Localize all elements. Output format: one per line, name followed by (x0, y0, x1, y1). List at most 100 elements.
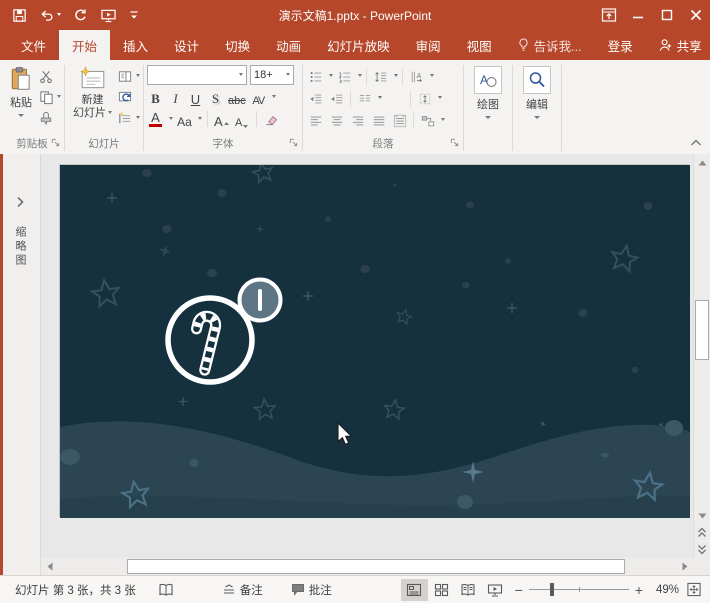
editing-group-button[interactable]: 编辑 (516, 62, 558, 122)
italic-button[interactable]: I (167, 87, 184, 107)
tab-insert[interactable]: 插入 (110, 30, 161, 60)
align-center-button[interactable] (327, 112, 346, 130)
proofing-status-button[interactable] (151, 576, 181, 603)
align-text-dropdown[interactable] (438, 96, 442, 101)
tab-slideshow[interactable]: 幻灯片放映 (314, 30, 403, 60)
change-case-dropdown[interactable] (198, 117, 202, 122)
next-slide-button[interactable] (694, 541, 710, 558)
start-slideshow-button[interactable] (96, 3, 121, 27)
zoom-in-button[interactable]: + (635, 583, 643, 597)
grow-font-button[interactable]: A (213, 109, 231, 129)
maximize-button[interactable] (652, 0, 681, 30)
font-color-dropdown[interactable] (169, 117, 173, 122)
bullets-button[interactable] (306, 68, 325, 86)
columns-dropdown[interactable] (378, 96, 382, 101)
distribute-text-button[interactable] (390, 112, 409, 130)
horizontal-scrollbar[interactable] (0, 558, 710, 575)
line-spacing-dropdown[interactable] (394, 74, 398, 79)
align-left-button[interactable] (306, 112, 325, 130)
notes-button[interactable]: 备注 (215, 576, 270, 603)
increase-indent-button[interactable] (327, 90, 346, 108)
font-name-dropdown[interactable] (239, 73, 243, 78)
font-name-combobox[interactable] (147, 65, 247, 85)
columns-button[interactable] (355, 90, 374, 108)
tab-design[interactable]: 设计 (161, 30, 212, 60)
thumbnail-pane-collapsed[interactable]: 缩略图 (0, 154, 41, 558)
editing-dropdown[interactable] (534, 116, 540, 122)
previous-slide-button[interactable] (694, 524, 710, 541)
text-direction-dropdown[interactable] (430, 74, 434, 79)
minimize-button[interactable] (623, 0, 652, 30)
tab-animations[interactable]: 动画 (263, 30, 314, 60)
undo-dropdown[interactable] (57, 13, 61, 18)
collapse-ribbon-button[interactable] (690, 136, 702, 150)
clipboard-dialog-launcher[interactable] (51, 138, 60, 150)
close-button[interactable] (681, 0, 710, 30)
layout-button[interactable] (117, 68, 140, 84)
vertical-scroll-track[interactable] (694, 171, 710, 507)
zoom-out-button[interactable]: − (515, 583, 523, 597)
tab-file[interactable]: 文件 (8, 30, 59, 60)
drawing-dropdown[interactable] (485, 116, 491, 122)
character-spacing-dropdown[interactable] (272, 95, 276, 100)
text-direction-button[interactable]: A (407, 68, 426, 86)
tab-transitions[interactable]: 切换 (212, 30, 263, 60)
drawing-group-button[interactable]: A 绘图 (467, 62, 509, 122)
tab-home[interactable]: 开始 (59, 30, 110, 60)
zoom-level[interactable]: 49% (649, 584, 679, 596)
sign-in-button[interactable]: 登录 (595, 30, 646, 60)
justify-button[interactable] (369, 112, 388, 130)
comments-button[interactable]: 批注 (284, 576, 339, 603)
change-case-button[interactable]: Aa (176, 109, 193, 129)
strikethrough-button[interactable]: abc (227, 87, 247, 107)
ribbon-display-options-button[interactable] (594, 0, 623, 30)
layout-dropdown[interactable] (136, 74, 140, 79)
normal-view-button[interactable] (401, 579, 428, 601)
slide-number-indicator[interactable]: 幻灯片 第 3 张，共 3 张 (8, 576, 143, 603)
scroll-up-button[interactable] (694, 154, 710, 171)
font-dialog-launcher[interactable] (289, 138, 298, 150)
fit-slide-to-window-button[interactable] (679, 576, 702, 603)
new-slide-dropdown[interactable] (108, 111, 112, 116)
font-color-button[interactable]: A (147, 109, 164, 129)
slide-sorter-view-button[interactable] (428, 579, 455, 601)
font-size-dropdown[interactable] (286, 73, 290, 78)
scroll-down-button[interactable] (694, 507, 710, 524)
convert-smartart-button[interactable] (418, 112, 437, 130)
new-slide-button[interactable]: 新建 幻灯片 (68, 62, 117, 120)
align-right-button[interactable] (348, 112, 367, 130)
slide[interactable] (59, 164, 689, 517)
shrink-font-button[interactable]: A (234, 109, 251, 129)
cut-button[interactable] (39, 68, 61, 84)
scroll-right-button[interactable] (676, 558, 693, 575)
line-spacing-button[interactable] (371, 68, 390, 86)
font-size-combobox[interactable]: 18+ (250, 65, 294, 85)
tab-review[interactable]: 审阅 (403, 30, 454, 60)
paragraph-dialog-launcher[interactable] (450, 138, 459, 150)
section-button[interactable] (117, 110, 140, 126)
zoom-slider-thumb[interactable] (550, 583, 554, 596)
reading-view-button[interactable] (455, 579, 482, 601)
reset-slide-button[interactable] (117, 89, 140, 105)
slideshow-view-button[interactable] (482, 579, 509, 601)
vertical-scrollbar[interactable] (693, 154, 710, 558)
save-button[interactable] (8, 3, 31, 27)
repeat-button[interactable] (69, 3, 92, 27)
paste-button[interactable]: 粘贴 (3, 62, 39, 120)
horizontal-scroll-thumb[interactable] (127, 559, 625, 574)
horizontal-scroll-track[interactable] (58, 558, 676, 575)
text-shadow-button[interactable]: S (207, 87, 224, 107)
paste-dropdown[interactable] (18, 114, 24, 120)
numbering-dropdown[interactable] (358, 74, 362, 79)
bullets-dropdown[interactable] (329, 74, 333, 79)
copy-dropdown[interactable] (57, 95, 61, 100)
copy-button[interactable] (39, 89, 61, 105)
numbering-button[interactable] (335, 68, 354, 86)
share-button[interactable]: 共享 (646, 30, 710, 60)
scroll-left-button[interactable] (41, 558, 58, 575)
tell-me-box[interactable]: 告诉我... (505, 30, 595, 60)
decrease-indent-button[interactable] (306, 90, 325, 108)
expand-pane-chevron-icon[interactable] (16, 196, 24, 208)
tab-view[interactable]: 视图 (454, 30, 505, 60)
character-spacing-button[interactable]: AV (250, 87, 267, 107)
